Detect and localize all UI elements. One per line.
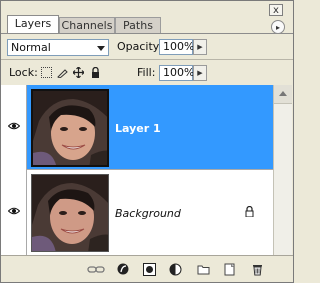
blend-mode-value: Normal — [11, 41, 51, 54]
eye-icon[interactable] — [8, 122, 20, 130]
blend-mode-select[interactable]: Normal — [7, 39, 109, 56]
layer-row-layer-1[interactable]: Layer 1 — [1, 85, 273, 170]
tab-channels[interactable]: Channels — [59, 17, 115, 33]
arrow-right-icon: ▶ — [197, 69, 203, 77]
layers-scrollbar[interactable] — [273, 85, 292, 255]
lock-row: Lock: Fill: 100% ▶ — [1, 60, 293, 85]
close-button[interactable]: x — [269, 4, 283, 16]
lock-position-icon[interactable] — [73, 67, 84, 78]
visibility-cell[interactable] — [1, 85, 27, 170]
tab-layers[interactable]: Layers — [7, 15, 59, 34]
opacity-slider-button[interactable]: ▶ — [193, 39, 207, 55]
layer-row-background[interactable]: Background — [1, 170, 273, 255]
new-group-icon[interactable] — [197, 263, 210, 276]
portrait-thumbnail-image — [33, 91, 107, 165]
fill-label: Fill: — [137, 66, 156, 79]
opacity-input[interactable]: 100% — [159, 39, 195, 55]
arrow-up-icon — [279, 91, 287, 96]
link-layers-icon[interactable] — [87, 263, 105, 276]
layer-mask-icon[interactable] — [143, 263, 156, 276]
fill-value: 100% — [163, 66, 195, 79]
new-layer-icon[interactable] — [223, 263, 236, 276]
tab-bar: Layers Channels Paths x ▸ — [1, 1, 293, 34]
lock-all-icon[interactable] — [90, 67, 101, 78]
layer-thumbnail — [31, 174, 109, 252]
panel-menu-icon: ▸ — [275, 23, 280, 32]
tab-paths[interactable]: Paths — [115, 17, 161, 33]
opacity-label: Opacity: — [117, 40, 163, 53]
visibility-cell[interactable] — [1, 170, 27, 255]
scroll-up-button[interactable] — [274, 85, 292, 104]
layers-list: Layer 1 Background — [1, 85, 273, 255]
close-icon: x — [273, 5, 279, 16]
tab-channels-label: Channels — [61, 19, 113, 32]
layer-lock-icon — [245, 206, 254, 217]
blend-row: Normal Opacity: 100% ▶ — [1, 33, 293, 59]
layers-toolbar — [1, 255, 293, 282]
panel-menu-button[interactable]: ▸ — [271, 20, 285, 34]
layer-name[interactable]: Background — [115, 207, 181, 221]
layer-style-icon[interactable] — [117, 263, 130, 276]
opacity-value: 100% — [163, 40, 195, 53]
layer-thumbnail — [31, 89, 109, 167]
adjustment-layer-icon[interactable] — [169, 263, 182, 276]
tab-paths-label: Paths — [123, 19, 153, 32]
chevron-down-icon — [97, 46, 105, 51]
fill-input[interactable]: 100% — [159, 65, 195, 81]
tab-layers-label: Layers — [14, 17, 52, 30]
portrait-thumbnail-image — [32, 175, 108, 251]
lock-label: Lock: — [9, 66, 38, 79]
arrow-right-icon: ▶ — [197, 43, 203, 51]
lock-transparent-pixels-icon[interactable] — [41, 67, 52, 78]
lock-image-pixels-icon[interactable] — [57, 67, 68, 78]
fill-slider-button[interactable]: ▶ — [193, 65, 207, 81]
layer-name[interactable]: Layer 1 — [115, 122, 161, 136]
delete-layer-icon[interactable] — [251, 263, 264, 276]
layers-panel: Layers Channels Paths x ▸ Normal Opacity… — [0, 0, 294, 283]
eye-icon[interactable] — [8, 207, 20, 215]
